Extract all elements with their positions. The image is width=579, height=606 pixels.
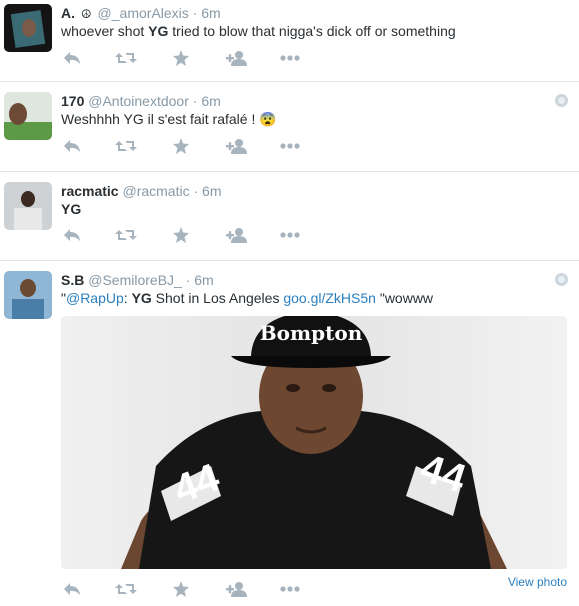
timestamp[interactable]: 6m	[201, 5, 220, 21]
tweet-header: 170 @Antoinextdoor · 6m	[61, 92, 221, 110]
more-icon[interactable]	[280, 50, 302, 68]
cap-logo-text: Bompton	[260, 321, 363, 345]
more-icon[interactable]	[280, 581, 302, 599]
retweet-icon[interactable]	[115, 138, 137, 156]
follow-icon[interactable]	[226, 227, 248, 245]
tweet[interactable]: racmatic @racmatic · 6m YG	[0, 172, 579, 261]
avatar[interactable]	[4, 4, 52, 52]
favorite-icon[interactable]	[173, 138, 195, 156]
favorite-icon[interactable]	[173, 227, 195, 245]
timestamp[interactable]: 6m	[201, 93, 220, 109]
favorite-icon[interactable]	[173, 50, 195, 68]
tweet-header: S.B @SemiloreBJ_ · 6m	[61, 271, 214, 289]
tweet-text: Weshhhh YG il s'est fait rafalé ! 😨	[61, 111, 277, 127]
peace-icon: ☮	[80, 7, 92, 21]
tweet-text: whoever shot YG tried to blow that nigga…	[61, 23, 456, 39]
globe-icon	[555, 94, 568, 107]
more-icon[interactable]	[280, 138, 302, 156]
display-name[interactable]: S.B	[61, 272, 84, 288]
username[interactable]: @racmatic	[122, 183, 189, 199]
display-name[interactable]: A.	[61, 5, 75, 21]
tweet-photo[interactable]: Bompton 44 44	[61, 316, 567, 569]
globe-icon	[555, 273, 568, 286]
username[interactable]: @_amorAlexis	[98, 5, 189, 21]
tweet[interactable]: A. ☮ @_amorAlexis · 6m whoever shot YG t…	[0, 0, 579, 82]
tweet-text: "@RapUp: YG Shot in Los Angeles goo.gl/Z…	[61, 290, 434, 306]
avatar[interactable]	[4, 92, 52, 140]
separator: ·	[193, 183, 199, 199]
username[interactable]: @SemiloreBJ_	[88, 272, 182, 288]
timestamp[interactable]: 6m	[202, 183, 221, 199]
avatar[interactable]	[4, 182, 52, 230]
tweet[interactable]: 170 @Antoinextdoor · 6m Weshhhh YG il s'…	[0, 82, 579, 172]
timestamp[interactable]: 6m	[194, 272, 213, 288]
more-icon[interactable]	[280, 227, 302, 245]
reply-icon[interactable]	[63, 138, 85, 156]
reply-icon[interactable]	[63, 227, 85, 245]
retweet-icon[interactable]	[115, 50, 137, 68]
follow-icon[interactable]	[226, 581, 248, 599]
retweet-icon[interactable]	[115, 581, 137, 599]
tweet-text: YG	[61, 201, 82, 217]
reply-icon[interactable]	[63, 50, 85, 68]
display-name[interactable]: 170	[61, 93, 84, 109]
reply-icon[interactable]	[63, 581, 85, 599]
follow-icon[interactable]	[226, 50, 248, 68]
username[interactable]: @Antoinextdoor	[88, 93, 189, 109]
favorite-icon[interactable]	[173, 581, 195, 599]
display-name[interactable]: racmatic	[61, 183, 119, 199]
mention-link[interactable]: @RapUp	[66, 290, 124, 306]
timeline: A. ☮ @_amorAlexis · 6m whoever shot YG t…	[0, 0, 579, 606]
tweet-header: racmatic @racmatic · 6m	[61, 182, 222, 200]
view-photo-link[interactable]: View photo	[508, 575, 567, 589]
follow-icon[interactable]	[226, 138, 248, 156]
retweet-icon[interactable]	[115, 227, 137, 245]
separator: ·	[192, 5, 198, 21]
avatar[interactable]	[4, 271, 52, 319]
separator: ·	[185, 272, 191, 288]
tweet-header: A. ☮ @_amorAlexis · 6m	[61, 4, 221, 23]
url-link[interactable]: goo.gl/ZkHS5n	[283, 290, 376, 306]
separator: ·	[192, 93, 198, 109]
